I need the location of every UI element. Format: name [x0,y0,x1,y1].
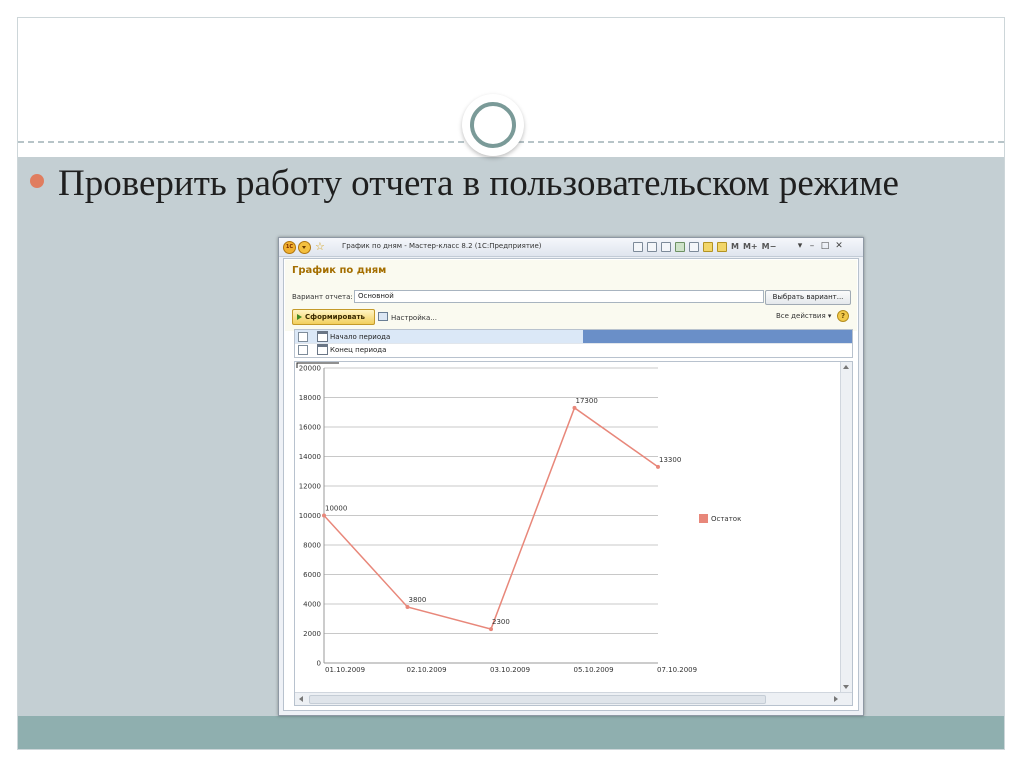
calendar-icon[interactable] [717,242,727,252]
calculator-icon[interactable] [703,242,713,252]
param-value-cell[interactable] [583,330,852,343]
select-variant-button[interactable]: Выбрать вариант... [765,290,851,305]
param-label: Начало периода [330,333,391,341]
window-titlebar: 1С ☆ График по дням - Мастер-класс 8.2 (… [279,238,863,257]
data-point [322,513,326,518]
y-tick-label: 20000 [299,365,321,373]
param-checkbox[interactable] [298,345,308,355]
series-line [323,406,659,630]
print-icon[interactable] [633,242,643,252]
main-menu-icon[interactable] [298,241,311,254]
play-icon [297,314,302,320]
scroll-right-icon[interactable] [834,696,838,702]
data-point [572,405,577,410]
generate-button-label: Сформировать [305,313,365,321]
y-tick-label: 4000 [303,601,321,609]
calendar-icon [317,331,328,342]
chart-area: 0 2000 4000 6000 8000 10000 12000 14000 16000 180… [294,361,853,706]
variant-label: Вариант отчета: [292,293,353,301]
favorites-star-icon[interactable]: ☆ [315,240,325,253]
y-tick-label: 8000 [303,542,321,550]
x-tick-label: 05.10.2009 [574,666,614,674]
variant-field[interactable]: Основной [354,290,764,303]
dropdown-chevron-icon[interactable]: ▾ [795,241,805,252]
maximize-icon[interactable]: □ [820,241,830,252]
y-tick-label: 2000 [303,630,321,638]
param-row[interactable]: Начало периода [295,330,852,344]
help-icon[interactable]: ? [837,310,849,322]
bullet-text: Проверить работу отчета в пользовательск… [58,163,899,204]
data-point [656,464,660,469]
data-label: 13300 [659,456,681,464]
memory-mplus-button[interactable]: M+ [743,241,758,253]
y-tick-label: 6000 [303,571,321,579]
y-tick-label: 10000 [299,512,321,520]
memory-mminus-button[interactable]: M− [762,241,777,253]
app-logo-icon[interactable]: 1С [283,241,296,254]
all-actions-label: Все действия [776,312,826,320]
x-tick-label: 03.10.2009 [490,666,530,674]
x-tick-label: 07.10.2009 [657,666,697,674]
scroll-left-icon[interactable] [299,696,303,702]
save-icon[interactable] [661,242,671,252]
titlebar-tools: M M+ M− [633,241,776,253]
x-tick-label: 01.10.2009 [325,666,365,674]
data-label: 2300 [492,618,510,626]
data-label: 17300 [576,397,598,405]
bullet-icon [30,174,44,188]
minimize-icon[interactable]: – [807,241,817,252]
vertical-scrollbar[interactable] [840,362,852,692]
add-favorite-icon[interactable] [675,242,685,252]
report-form: График по дням Вариант отчета: Основной … [283,258,859,711]
form-title: График по дням [292,265,387,276]
param-row[interactable]: Конец периода [295,343,852,356]
settings-icon [378,312,388,321]
calendar-icon [317,344,328,355]
y-tick-label: 18000 [299,394,321,402]
legend-swatch [699,514,708,523]
scroll-thumb[interactable] [309,695,766,704]
all-actions-menu[interactable]: Все действия ▾ [776,312,831,320]
window-title: График по дням - Мастер-класс 8.2 (1С:Пр… [342,242,542,250]
link-icon[interactable] [689,242,699,252]
scroll-down-icon[interactable] [843,685,849,689]
params-table: Начало периода Конец периода [294,329,853,358]
close-icon[interactable]: ✕ [834,241,844,252]
data-label: 10000 [325,505,347,513]
y-tick-label: 12000 [299,483,321,491]
memory-m-button[interactable]: M [731,241,739,253]
settings-link[interactable]: Настройка... [378,312,437,322]
decorative-ring-icon [462,94,524,156]
data-label: 3800 [409,596,427,604]
x-tick-label: 02.10.2009 [407,666,447,674]
data-point [405,604,410,609]
y-tick-label: 14000 [299,453,321,461]
data-point [489,627,493,632]
slide-footer-band [18,716,1004,749]
line-chart: 0 2000 4000 6000 8000 10000 12000 14000 16000 180… [296,362,741,674]
horizontal-scrollbar[interactable] [295,692,852,705]
report-window: 1С ☆ График по дням - Мастер-класс 8.2 (… [278,237,864,716]
param-checkbox[interactable] [298,332,308,342]
generate-button[interactable]: Сформировать [292,309,375,325]
y-tick-label: 16000 [299,424,321,432]
settings-label: Настройка... [391,314,437,322]
y-tick-label: 0 [317,660,321,668]
scroll-up-icon[interactable] [843,365,849,369]
param-label: Конец периода [330,346,387,354]
legend-label: Остаток [711,515,741,523]
preview-icon[interactable] [647,242,657,252]
